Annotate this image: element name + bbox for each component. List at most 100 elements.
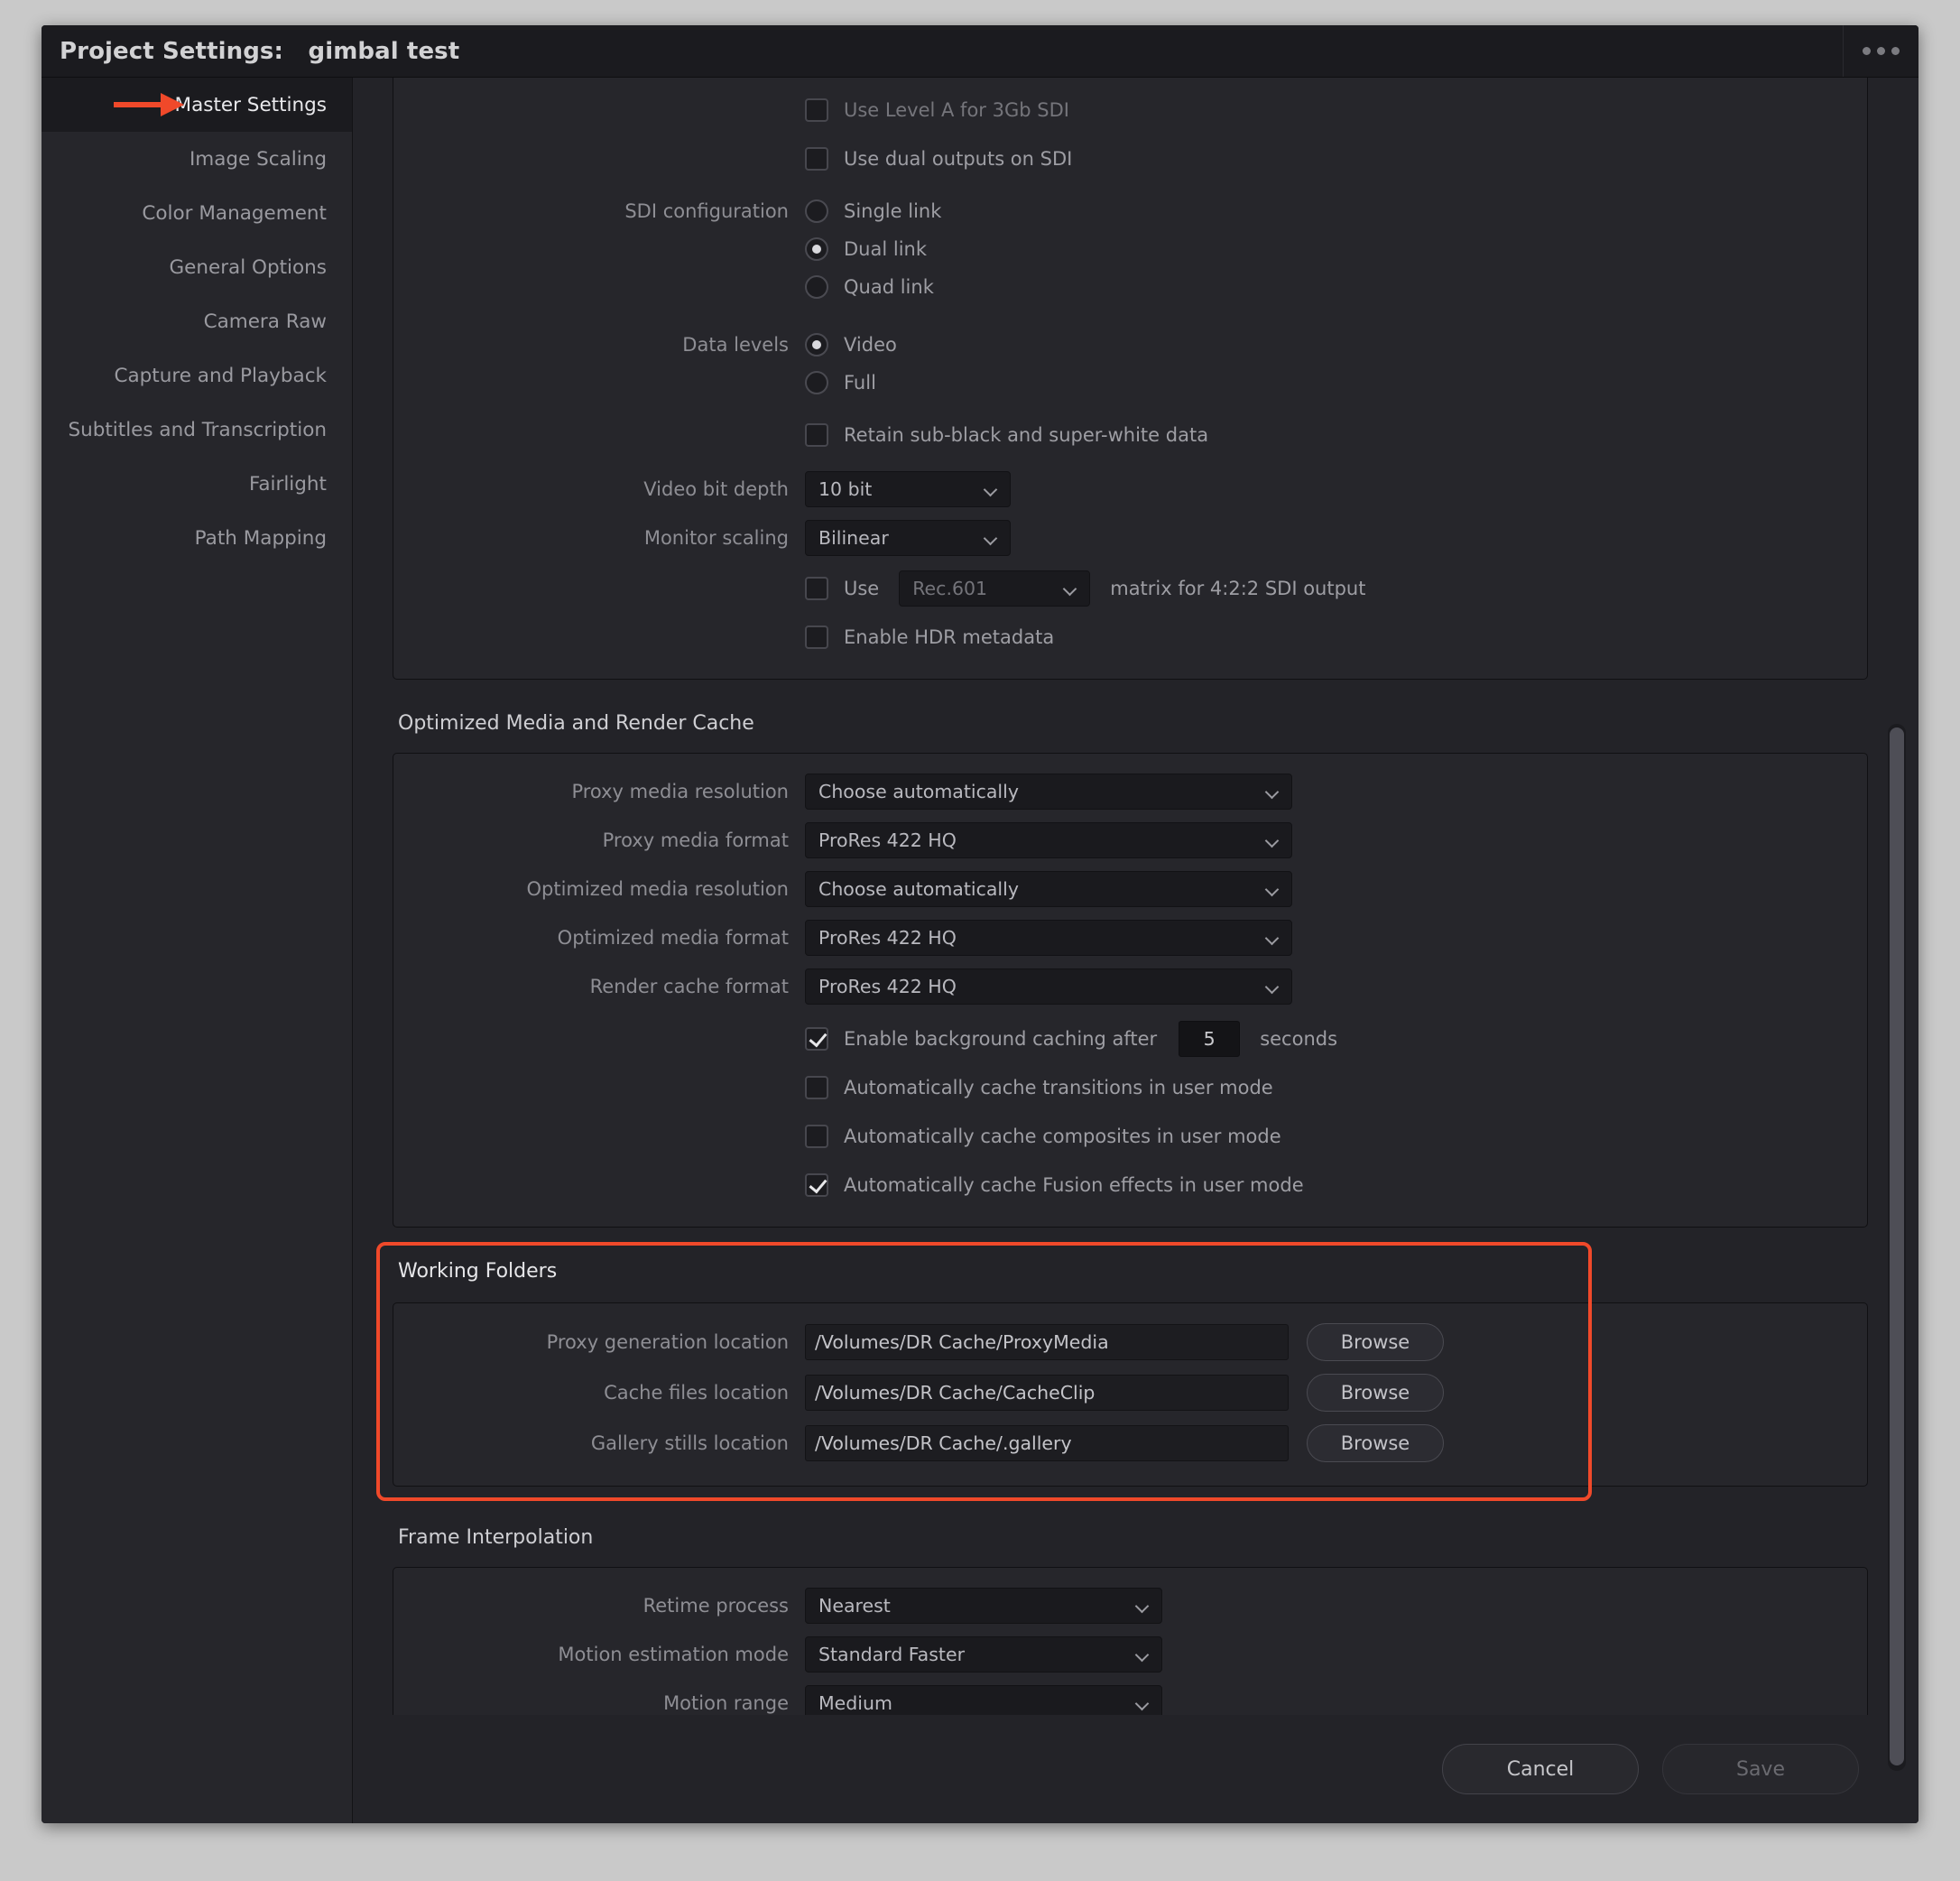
row-cache-transitions: Automatically cache transitions in user … [393,1070,1867,1106]
sidebar-item-fairlight[interactable]: Fairlight [42,457,352,511]
sidebar-item-capture-and-playback[interactable]: Capture and Playback [42,348,352,403]
row-gallery-stills-location: Gallery stills location /Volumes/DR Cach… [393,1424,1867,1462]
row-data-levels-full: Full [393,365,1867,401]
scrollbar-thumb[interactable] [1890,727,1904,1765]
cache-fusion-label: Automatically cache Fusion effects in us… [844,1174,1304,1196]
dialog-body: Master Settings Image Scaling Color Mana… [42,78,1918,1823]
cache-transitions-checkbox[interactable] [805,1076,828,1099]
row-retain-sub-black: Retain sub-black and super-white data [393,417,1867,453]
retime-process-select[interactable]: Nearest [805,1588,1162,1624]
chevron-down-icon [1064,584,1078,593]
use-dual-outputs-checkbox[interactable] [805,147,828,171]
cancel-button-label: Cancel [1506,1757,1575,1781]
proxy-media-format-select[interactable]: ProRes 422 HQ [805,822,1292,858]
motion-estimation-mode-select[interactable]: Standard Faster [805,1636,1162,1673]
optimized-media-format-value: ProRes 422 HQ [818,927,957,949]
use-matrix-prefix-label: Use [844,578,880,599]
proxy-generation-browse-button[interactable]: Browse [1307,1323,1444,1361]
cache-files-location-input[interactable]: /Volumes/DR Cache/CacheClip [805,1375,1289,1411]
row-cache-files-location: Cache files location /Volumes/DR Cache/C… [393,1374,1867,1412]
cancel-button[interactable]: Cancel [1442,1744,1639,1794]
use-level-a-label: Use Level A for 3Gb SDI [844,99,1069,121]
motion-range-select[interactable]: Medium [805,1685,1162,1715]
settings-scroll-region[interactable]: Use Level A for 3Gb SDI Use dual outputs… [353,78,1918,1715]
gallery-stills-location-value: /Volumes/DR Cache/.gallery [815,1432,1072,1454]
motion-range-value: Medium [818,1692,892,1714]
optimized-media-resolution-label: Optimized media resolution [526,878,789,900]
sdi-single-link-label: Single link [844,200,942,222]
enable-background-caching-checkbox[interactable] [805,1027,828,1051]
data-levels-full-radio[interactable] [805,371,828,394]
working-folders-section: Working Folders Proxy generation locatio… [376,1242,1868,1501]
monitor-scaling-label: Monitor scaling [643,527,789,549]
use-level-a-checkbox[interactable] [805,98,828,122]
cache-fusion-checkbox[interactable] [805,1173,828,1197]
row-matrix-for-sdi: Use Rec.601 matrix for 4:2:2 SDI output [393,570,1867,607]
background-caching-seconds-input[interactable]: 5 [1179,1021,1241,1057]
matrix-value: Rec.601 [912,578,988,599]
sidebar-item-subtitles-and-transcription[interactable]: Subtitles and Transcription [42,403,352,457]
optimized-media-resolution-value: Choose automatically [818,878,1019,900]
data-levels-video-label: Video [844,334,897,356]
video-monitoring-panel: Use Level A for 3Gb SDI Use dual outputs… [393,78,1868,680]
sidebar-item-image-scaling[interactable]: Image Scaling [42,132,352,186]
motion-estimation-mode-label: Motion estimation mode [558,1644,789,1665]
chevron-down-icon [1136,1650,1151,1659]
sidebar-item-label: General Options [169,255,327,279]
render-cache-format-label: Render cache format [589,976,789,997]
chevron-down-icon [1266,787,1280,796]
cache-transitions-label: Automatically cache transitions in user … [844,1077,1273,1098]
content-scrollbar[interactable] [1888,724,1906,1771]
proxy-media-resolution-select[interactable]: Choose automatically [805,774,1292,810]
row-sdi-configuration-single: SDI configuration Single link [393,193,1867,229]
save-button[interactable]: Save [1662,1744,1859,1794]
proxy-generation-location-label: Proxy generation location [546,1331,789,1353]
proxy-generation-location-input[interactable]: /Volumes/DR Cache/ProxyMedia [805,1324,1289,1360]
enable-hdr-metadata-label: Enable HDR metadata [844,626,1055,648]
video-bit-depth-label: Video bit depth [643,478,789,500]
sidebar-item-camera-raw[interactable]: Camera Raw [42,294,352,348]
dialog-title-prefix: Project Settings: [60,37,284,65]
video-bit-depth-select[interactable]: 10 bit [805,471,1011,507]
monitor-scaling-select[interactable]: Bilinear [805,520,1011,556]
sidebar-item-label: Color Management [142,201,327,225]
use-dual-outputs-label: Use dual outputs on SDI [844,148,1073,170]
sdi-single-link-radio[interactable] [805,199,828,223]
proxy-media-format-value: ProRes 422 HQ [818,829,957,851]
sidebar-item-general-options[interactable]: General Options [42,240,352,294]
monitor-scaling-value: Bilinear [818,527,889,549]
matrix-select[interactable]: Rec.601 [899,570,1091,607]
row-video-bit-depth: Video bit depth 10 bit [393,471,1867,507]
sidebar-item-color-management[interactable]: Color Management [42,186,352,240]
save-button-label: Save [1735,1757,1785,1781]
row-sdi-configuration-dual: Dual link [393,231,1867,267]
data-levels-video-radio[interactable] [805,333,828,357]
data-levels-label: Data levels [682,334,789,356]
gallery-stills-location-input[interactable]: /Volumes/DR Cache/.gallery [805,1425,1289,1461]
chevron-down-icon [1266,933,1280,942]
retain-sub-black-checkbox[interactable] [805,423,828,447]
sidebar-item-master-settings[interactable]: Master Settings [42,78,352,132]
sidebar-item-label: Path Mapping [194,526,327,550]
cache-composites-checkbox[interactable] [805,1125,828,1148]
sidebar-item-path-mapping[interactable]: Path Mapping [42,511,352,565]
cache-files-browse-button[interactable]: Browse [1307,1374,1444,1412]
more-horizontal-icon[interactable] [1843,25,1918,77]
row-sdi-configuration-quad: Quad link [393,269,1867,305]
optimized-media-resolution-select[interactable]: Choose automatically [805,871,1292,907]
chevron-down-icon [985,485,999,494]
row-proxy-generation-location: Proxy generation location /Volumes/DR Ca… [393,1323,1867,1361]
enable-background-caching-label: Enable background caching after [844,1028,1158,1050]
dialog-titlebar: Project Settings: gimbal test [42,25,1918,78]
project-settings-dialog: Project Settings: gimbal test Master Set… [42,25,1918,1823]
row-proxy-media-format: Proxy media format ProRes 422 HQ [393,822,1867,858]
enable-hdr-metadata-checkbox[interactable] [805,625,828,649]
sdi-dual-link-radio[interactable] [805,237,828,261]
sdi-quad-link-radio[interactable] [805,275,828,299]
render-cache-format-select[interactable]: ProRes 422 HQ [805,968,1292,1005]
retime-process-value: Nearest [818,1595,891,1617]
sidebar-item-label: Camera Raw [203,310,327,333]
gallery-stills-browse-button[interactable]: Browse [1307,1424,1444,1462]
optimized-media-format-select[interactable]: ProRes 422 HQ [805,920,1292,956]
use-matrix-checkbox[interactable] [805,577,828,600]
